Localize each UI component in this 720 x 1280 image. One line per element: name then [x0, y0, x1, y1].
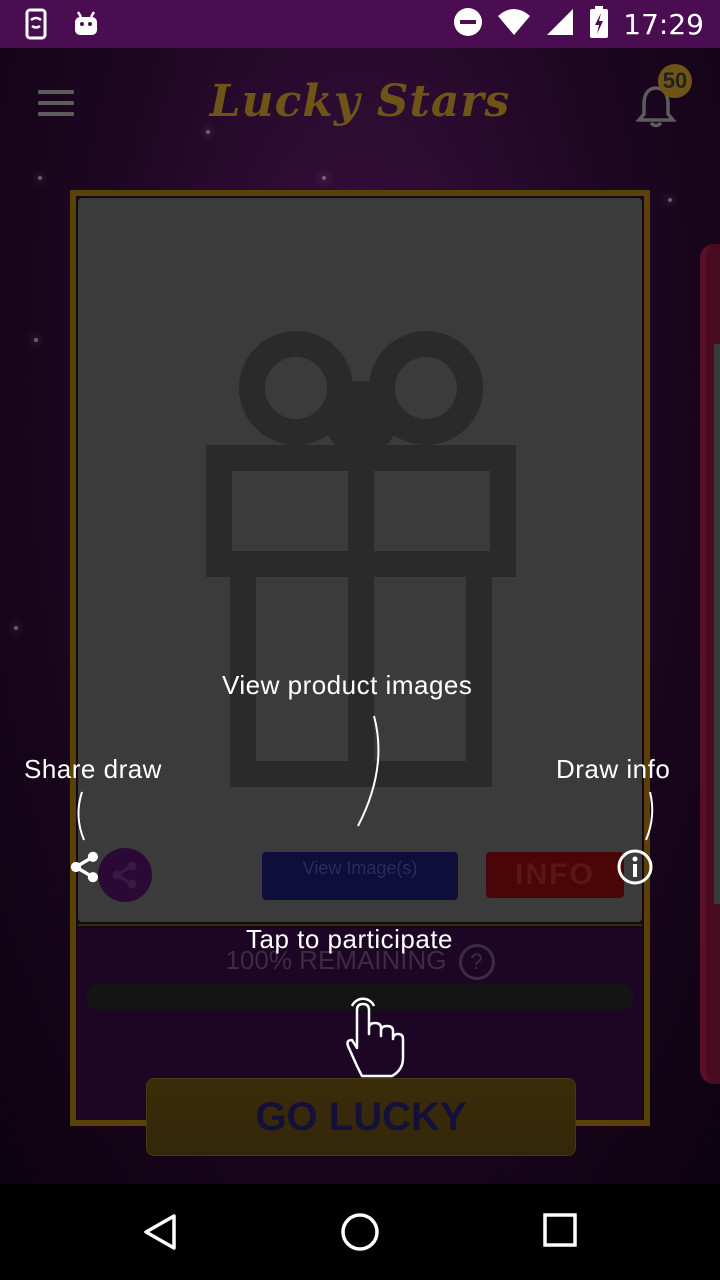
battery-charging-icon [589, 6, 609, 43]
android-icon [72, 8, 100, 45]
status-time: 17:29 [623, 8, 704, 41]
system-nav-bar [0, 1184, 720, 1280]
phone-screen-icon [22, 8, 50, 45]
info-circle-icon [617, 849, 653, 885]
app-area: Lucky Stars 50 View Image(s) INFO 100% R… [0, 48, 720, 1184]
share-icon [70, 851, 99, 883]
signal-icon [545, 7, 575, 42]
recents-icon[interactable] [542, 1212, 578, 1248]
wifi-icon [497, 8, 531, 41]
tap-hand-icon [346, 997, 405, 1078]
back-icon[interactable] [140, 1212, 180, 1252]
home-icon[interactable] [340, 1212, 380, 1252]
do-not-disturb-icon [453, 7, 483, 42]
status-bar: 17:29 [0, 0, 720, 48]
